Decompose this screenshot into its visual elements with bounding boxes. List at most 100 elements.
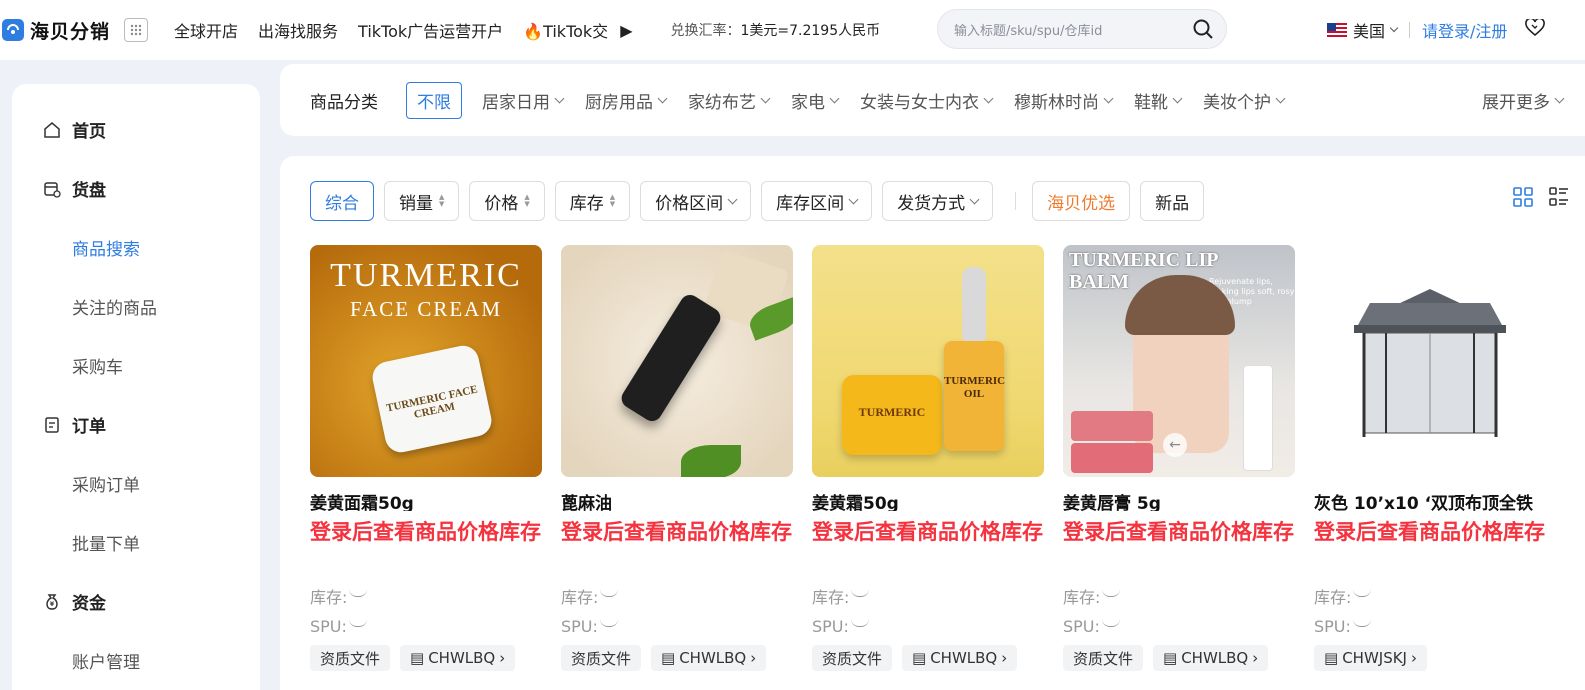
warehouse-tag[interactable]: ▤ CHWLBQ ›	[1153, 645, 1269, 671]
category-shoes[interactable]: 鞋靴	[1134, 88, 1183, 113]
divider	[1409, 22, 1411, 38]
category-all[interactable]: 不限	[406, 81, 462, 119]
hidden-eye-icon	[850, 619, 869, 627]
filter-featured[interactable]: 海贝优选	[1032, 181, 1131, 221]
filter-shipping[interactable]: 发货方式	[882, 181, 994, 221]
inventory-icon	[42, 179, 62, 199]
product-name[interactable]: 姜黄唇膏 5g	[1063, 489, 1295, 511]
qualification-doc-tag[interactable]: 资质文件	[310, 645, 391, 671]
nav-tiktok-trade[interactable]: 🔥TikTok交	[523, 18, 608, 42]
search-input[interactable]: 输入标题/sku/spu/仓库id	[937, 9, 1227, 49]
chevron-right-icon: ›	[1001, 649, 1008, 667]
logo-icon	[2, 19, 24, 41]
stock-row: 库存:	[561, 583, 793, 609]
image-title: TURMERIC	[330, 257, 522, 294]
top-nav: 全球开店 出海找服务 TikTok广告运营开户 🔥TikTok交 ▶	[174, 18, 652, 42]
nav-tiktok-ads[interactable]: TikTok广告运营开户	[358, 18, 503, 42]
back-arrow-icon: ←	[1163, 433, 1187, 457]
stock-row: 库存:	[1063, 583, 1295, 609]
nav-next-arrow-icon[interactable]: ▶	[620, 21, 632, 40]
product-name[interactable]: 灰色 10’x10 ‘双顶布顶全铁	[1314, 489, 1546, 511]
category-textiles[interactable]: 家纺布艺	[688, 88, 771, 113]
category-kitchen[interactable]: 厨房用品	[585, 88, 668, 113]
warehouse-icon: ▤	[1163, 649, 1178, 667]
divider	[1015, 192, 1017, 210]
order-icon	[42, 415, 62, 435]
filter-stock-range[interactable]: 库存区间	[761, 181, 873, 221]
price-login-prompt[interactable]: 登录后查看商品价格库存	[812, 517, 1044, 579]
chevron-down-icon	[1103, 93, 1114, 103]
sidebar-item-home[interactable]: 首页	[42, 117, 106, 142]
qualification-doc-tag[interactable]: 资质文件	[561, 645, 642, 671]
hidden-eye-icon	[599, 619, 618, 627]
product-image[interactable]: TURMERIC LIP BALM Rejuvenate lips, makin…	[1063, 245, 1295, 477]
product-card[interactable]: TURMERIC TURMERIC OIL 姜黄霜50g 登录后查看商品价格库存…	[812, 245, 1044, 671]
price-login-prompt[interactable]: 登录后查看商品价格库存	[310, 517, 542, 579]
hidden-eye-icon	[1101, 619, 1120, 627]
grid-view-icon[interactable]	[1513, 187, 1533, 211]
product-name[interactable]: 蓖麻油	[561, 489, 793, 511]
price-login-prompt[interactable]: 登录后查看商品价格库存	[561, 517, 793, 579]
nav-overseas-service[interactable]: 出海找服务	[258, 18, 338, 42]
list-view-icon[interactable]	[1549, 187, 1569, 211]
price-login-prompt[interactable]: 登录后查看商品价格库存	[1314, 517, 1546, 579]
apps-grid-icon[interactable]	[124, 18, 149, 42]
login-link[interactable]: 请登录/注册	[1422, 18, 1507, 42]
warehouse-tag[interactable]: ▤ CHWJSKJ ›	[1314, 645, 1427, 671]
sort-price[interactable]: 价格 ▲ ▼	[469, 181, 545, 221]
filter-new[interactable]: 新品	[1140, 181, 1205, 221]
product-name[interactable]: 姜黄霜50g	[812, 489, 1044, 511]
warehouse-icon: ▤	[661, 649, 676, 667]
product-image[interactable]: TURMERIC FACE CREAM TURMERIC FACE CREAM	[310, 245, 542, 477]
view-toggle	[1497, 187, 1569, 211]
sidebar-item-inventory[interactable]: 货盘	[42, 176, 106, 201]
product-card[interactable]: 蓖麻油 登录后查看商品价格库存 库存: SPU: 资质文件 ▤ CHWLBQ ›	[561, 245, 793, 671]
favorite-heart-icon[interactable]	[1525, 17, 1546, 41]
filter-overall[interactable]: 综合	[310, 181, 374, 221]
category-home-daily[interactable]: 居家日用	[482, 88, 565, 113]
category-muslim-fashion[interactable]: 穆斯林时尚	[1014, 88, 1114, 113]
sidebar-item-purchase-orders[interactable]: 采购订单	[72, 471, 140, 496]
expand-more-button[interactable]: 展开更多	[1482, 88, 1565, 113]
sidebar-item-batch-order[interactable]: 批量下单	[72, 530, 140, 555]
qualification-doc-tag[interactable]: 资质文件	[812, 645, 893, 671]
category-appliances[interactable]: 家电	[791, 88, 840, 113]
logo[interactable]: 海贝分销	[2, 17, 110, 44]
sidebar-item-account-management[interactable]: 账户管理	[72, 648, 140, 673]
chevron-down-icon	[983, 93, 994, 103]
product-card[interactable]: TURMERIC FACE CREAM TURMERIC FACE CREAM …	[310, 245, 542, 671]
sidebar-item-followed-products[interactable]: 关注的商品	[72, 294, 157, 319]
product-image[interactable]	[1314, 245, 1546, 477]
category-beauty[interactable]: 美妆个护	[1203, 88, 1286, 113]
product-image[interactable]	[561, 245, 793, 477]
product-card[interactable]: TURMERIC LIP BALM Rejuvenate lips, makin…	[1063, 245, 1295, 671]
chevron-down-icon	[829, 93, 840, 103]
sort-stock[interactable]: 库存 ▲ ▼	[554, 181, 631, 221]
qualification-doc-tag[interactable]: 资质文件	[1063, 645, 1144, 671]
region-bar: 美国 请登录/注册	[1327, 17, 1546, 42]
region-select[interactable]: 美国	[1353, 18, 1385, 42]
search-icon[interactable]	[1192, 18, 1214, 44]
category-womens-wear[interactable]: 女装与女士内衣	[860, 88, 994, 113]
sidebar-item-product-search[interactable]: 商品搜索	[72, 235, 140, 260]
tag-row: 资质文件 ▤ CHWLBQ ›	[812, 645, 1044, 671]
lip-balm-box	[1243, 365, 1273, 471]
sidebar-item-funds[interactable]: ¥ 资金	[42, 589, 106, 614]
nav-global-store[interactable]: 全球开店	[174, 18, 238, 42]
sort-sales[interactable]: 销量 ▲ ▼	[384, 181, 460, 221]
filter-price-range[interactable]: 价格区间	[640, 181, 752, 221]
price-login-prompt[interactable]: 登录后查看商品价格库存	[1063, 517, 1295, 579]
sidebar-item-orders[interactable]: 订单	[42, 412, 106, 437]
chevron-down-icon[interactable]	[1389, 23, 1399, 33]
warehouse-tag[interactable]: ▤ CHWLBQ ›	[902, 645, 1018, 671]
warehouse-tag[interactable]: ▤ CHWLBQ ›	[651, 645, 767, 671]
sidebar-item-purchase-cart[interactable]: 采购车	[72, 353, 123, 378]
jar-label: TURMERIC	[858, 405, 926, 419]
product-name[interactable]: 姜黄面霜50g	[310, 489, 542, 511]
chevron-down-icon	[1172, 93, 1183, 103]
product-image[interactable]: TURMERIC TURMERIC OIL	[812, 245, 1044, 477]
product-card[interactable]: 灰色 10’x10 ‘双顶布顶全铁 登录后查看商品价格库存 库存: SPU: ▤…	[1314, 245, 1546, 671]
chevron-right-icon: ›	[499, 649, 506, 667]
warehouse-tag[interactable]: ▤ CHWLBQ ›	[400, 645, 516, 671]
hidden-eye-icon	[1352, 619, 1371, 627]
